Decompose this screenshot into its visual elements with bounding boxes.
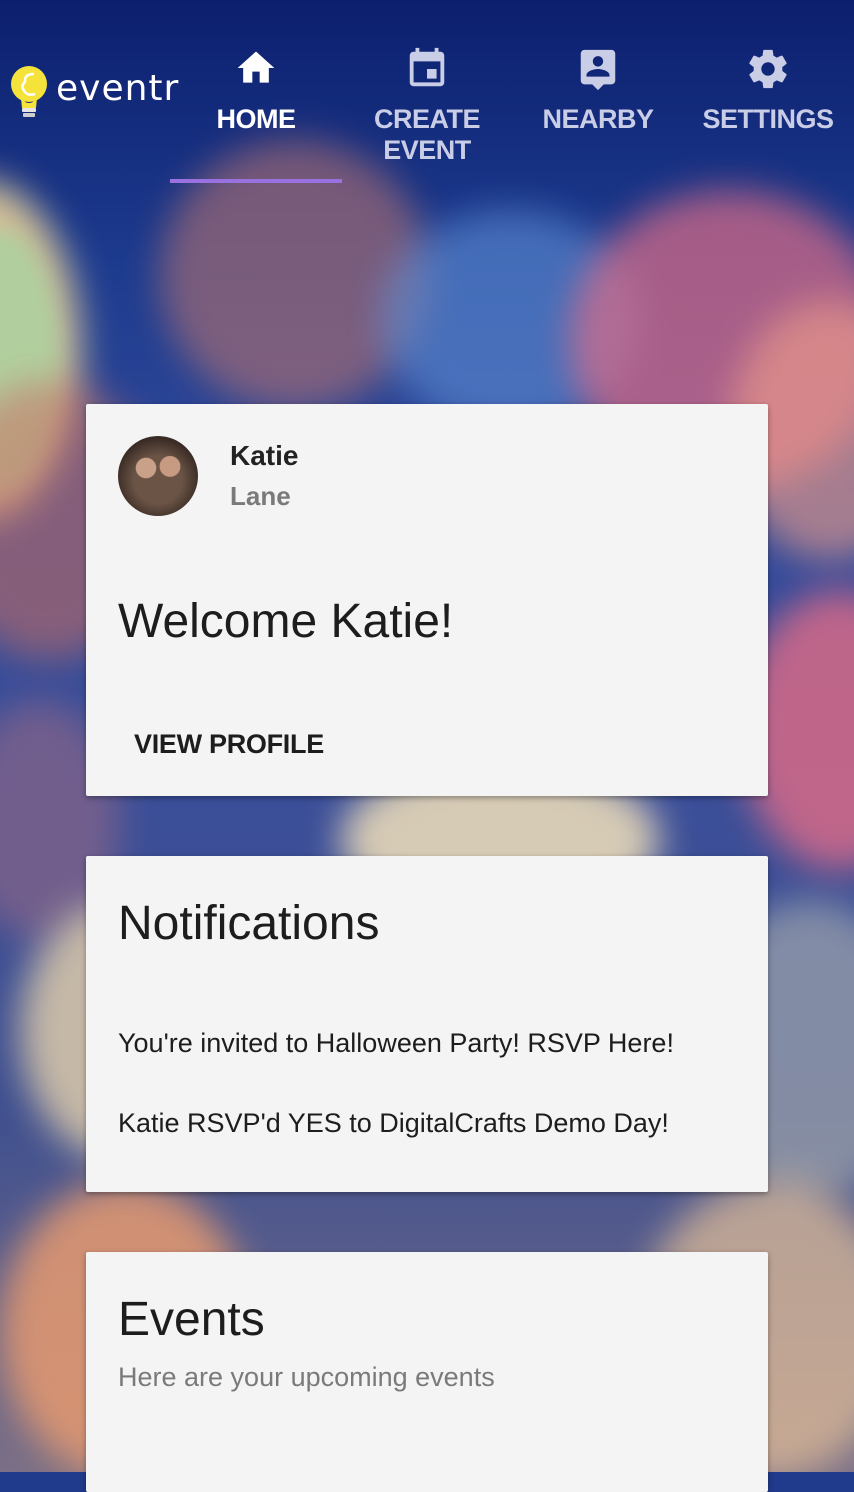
events-card: Events Here are your upcoming events [86,1252,768,1492]
tab-home-label: HOME [216,104,297,134]
user-last-name: Lane [230,481,291,511]
tab-create-event-label: CREATE EVENT [373,104,481,165]
events-title: Events [118,1293,265,1346]
tab-create-event[interactable]: CREATE EVENT [328,40,526,185]
app-logo[interactable]: eventr [4,58,178,128]
view-profile-button[interactable]: VIEW PROFILE [134,729,324,760]
welcome-message: Welcome Katie! [118,595,454,648]
tab-settings-label: SETTINGS [702,104,834,134]
contact-pin-icon [580,49,616,91]
notifications-title: Notifications [118,897,380,950]
avatar[interactable] [118,436,198,516]
notifications-card: Notifications You're invited to Hallowee… [86,856,768,1192]
notification-item[interactable]: Katie RSVP'd YES to DigitalCrafts Demo D… [118,1108,669,1139]
events-subtitle: Here are your upcoming events [118,1362,495,1392]
calendar-icon [409,47,445,87]
tab-home[interactable]: HOME [170,40,342,185]
notification-item[interactable]: You're invited to Halloween Party! RSVP … [118,1028,674,1059]
top-navigation: eventr HOME CREATE EVENT NEARBY SETTINGS [0,0,854,185]
home-icon [237,51,275,83]
tab-settings[interactable]: SETTINGS [690,40,846,185]
user-first-name: Katie [230,440,299,471]
gear-icon [749,49,787,89]
tab-nearby[interactable]: NEARBY [530,40,666,185]
tab-nearby-label: NEARBY [542,104,654,134]
lightbulb-icon [11,66,47,117]
profile-card: Katie Lane Welcome Katie! VIEW PROFILE [86,404,768,796]
active-tab-indicator [170,179,342,183]
logo-text: eventr [56,68,180,109]
